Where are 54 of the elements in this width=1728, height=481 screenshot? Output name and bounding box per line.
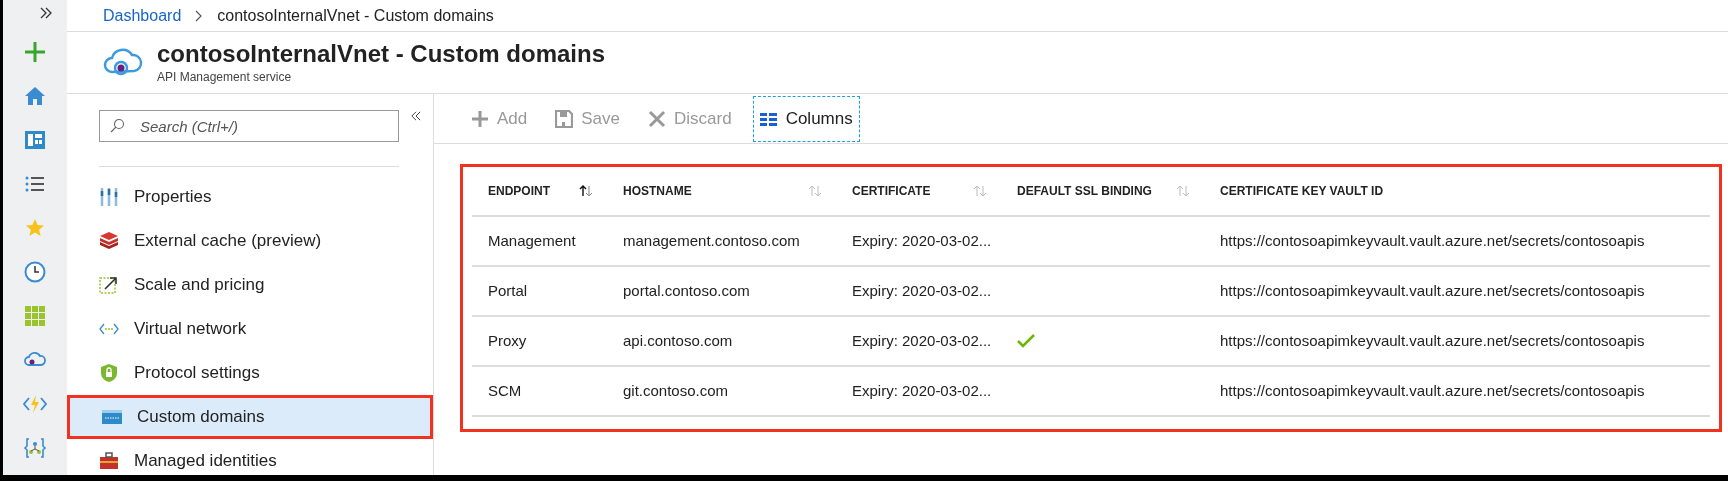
breadcrumb-current: contosoInternalVnet - Custom domains bbox=[217, 5, 494, 26]
table-cell: Portal bbox=[488, 281, 528, 299]
menu-item[interactable]: Managed identities bbox=[67, 439, 433, 475]
browser-icon bbox=[102, 407, 122, 427]
column-header[interactable]: DEFAULT SSL BINDING bbox=[1017, 182, 1152, 200]
menu-item[interactable]: Custom domains bbox=[67, 395, 433, 439]
chevron-icon bbox=[195, 9, 204, 22]
resize-icon bbox=[99, 275, 119, 295]
plus-icon bbox=[471, 109, 489, 128]
column-header[interactable]: CERTIFICATE KEY VAULT ID bbox=[1220, 182, 1384, 200]
menu-item[interactable]: Properties bbox=[67, 175, 433, 219]
sort-icon[interactable] bbox=[579, 185, 593, 197]
home-icon[interactable] bbox=[23, 84, 47, 108]
table-cell: git.contoso.com bbox=[623, 381, 729, 399]
table-cell: https://contosoapimkeyvault.vault.azure.net/secrets/contosoapis bbox=[1220, 381, 1645, 399]
breadcrumb-link[interactable]: Dashboard bbox=[103, 3, 182, 28]
page-title: contosoInternalVnet - Custom domains bbox=[157, 39, 606, 68]
shield-icon bbox=[99, 363, 119, 383]
page-subtitle: API Management service bbox=[157, 68, 293, 86]
table-cell: Expiry: 2020-03-02... bbox=[852, 381, 992, 399]
save-icon bbox=[555, 109, 574, 128]
table-cell: api.contoso.com bbox=[623, 331, 733, 349]
sliders-icon bbox=[99, 187, 119, 207]
search-icon bbox=[109, 118, 125, 134]
table-cell: portal.contoso.com bbox=[623, 281, 750, 299]
dashboard-icon[interactable] bbox=[23, 128, 47, 152]
table-cell: https://contosoapimkeyvault.vault.azure.net/secrets/contosoapis bbox=[1220, 231, 1645, 249]
expand-icon[interactable] bbox=[39, 6, 53, 20]
column-header[interactable]: CERTIFICATE bbox=[852, 182, 931, 200]
table-cell: Expiry: 2020-03-02... bbox=[852, 331, 992, 349]
table-cell: Management bbox=[488, 231, 576, 249]
column-header[interactable]: HOSTNAME bbox=[623, 182, 692, 200]
menu-item[interactable]: Protocol settings bbox=[67, 351, 433, 395]
toolbox-icon bbox=[99, 451, 119, 471]
brackets-icon[interactable] bbox=[23, 436, 47, 460]
close-icon bbox=[648, 109, 666, 128]
menu-item[interactable]: External cache (preview) bbox=[67, 219, 433, 263]
search-field[interactable]: Search (Ctrl+/) bbox=[99, 110, 399, 142]
table-cell: Expiry: 2020-03-02... bbox=[852, 281, 992, 299]
toolbar-button[interactable]: Columns bbox=[752, 95, 860, 142]
table-cell: SCM bbox=[488, 381, 522, 399]
menu-item[interactable]: Virtual network bbox=[67, 307, 433, 351]
plus-icon[interactable] bbox=[23, 40, 47, 64]
table-cell: management.contoso.com bbox=[623, 231, 800, 249]
stack-icon bbox=[99, 231, 119, 251]
collapse-icon[interactable] bbox=[411, 110, 421, 122]
table-cell: https://contosoapimkeyvault.vault.azure.net/secrets/contosoapis bbox=[1220, 281, 1645, 299]
table-cell: https://contosoapimkeyvault.vault.azure.net/secrets/contosoapis bbox=[1220, 331, 1645, 349]
table-cell: Expiry: 2020-03-02... bbox=[852, 231, 992, 249]
table-cell: Proxy bbox=[488, 331, 527, 349]
clock-icon[interactable] bbox=[23, 260, 47, 284]
grid-icon[interactable] bbox=[23, 304, 47, 328]
menu-item[interactable]: Scale and pricing bbox=[67, 263, 433, 307]
column-header[interactable]: ENDPOINT bbox=[488, 182, 550, 200]
